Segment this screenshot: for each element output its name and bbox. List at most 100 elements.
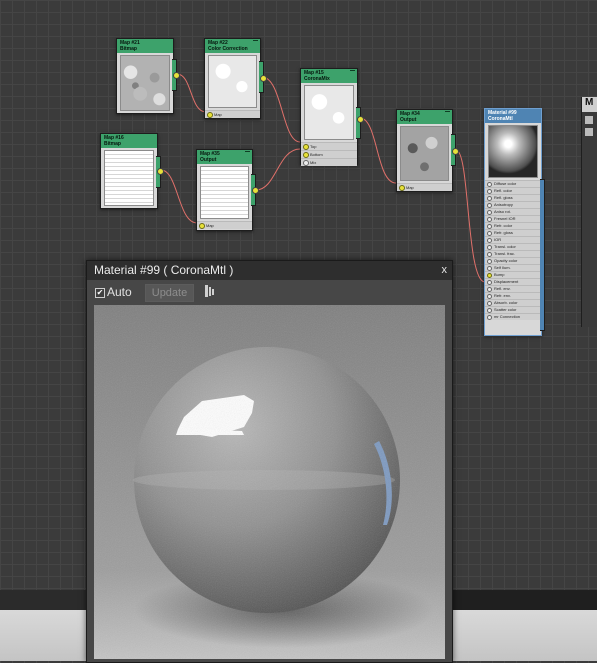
input-socket[interactable] xyxy=(303,160,309,166)
material-slot[interactable]: Transl. color xyxy=(485,243,541,250)
map-preview xyxy=(208,55,257,108)
auto-checkbox[interactable]: ✔ xyxy=(95,288,105,298)
node-header: Map #34 Output xyxy=(397,110,452,124)
node-menu-icon[interactable] xyxy=(245,151,250,152)
material-slot[interactable]: Refl. color xyxy=(485,187,541,194)
input-socket[interactable] xyxy=(487,315,492,320)
material-slot-label: Self Ilum. xyxy=(494,265,511,270)
update-button[interactable]: Update xyxy=(145,284,194,302)
input-slot-top[interactable]: Top xyxy=(301,142,357,150)
material-slot[interactable]: Self Ilum. xyxy=(485,264,541,271)
map-preview xyxy=(200,166,249,219)
preview-title: Material #99 ( CoronaMtl ) xyxy=(94,263,234,277)
node-header: Map #15 CoronaMix xyxy=(301,69,357,83)
material-slot-label: Fresnel IOR xyxy=(494,216,516,221)
node-menu-icon[interactable] xyxy=(253,40,258,41)
material-slot[interactable]: Refr. env. xyxy=(485,292,541,299)
material-slot-label: IOR xyxy=(494,237,502,242)
output-socket[interactable] xyxy=(173,72,180,79)
input-slot-bottom[interactable]: Bottom xyxy=(301,150,357,158)
pin-icon[interactable] xyxy=(204,285,214,298)
node-header: Material #99 CoronaMtl xyxy=(485,109,541,123)
node-type: Bitmap xyxy=(120,46,137,52)
node-type: CoronaMix xyxy=(304,76,330,82)
node-map16-bitmap[interactable]: Map #16 Bitmap xyxy=(100,133,164,209)
material-slot-label: Scatter color xyxy=(494,307,517,312)
output-socket[interactable] xyxy=(157,168,164,175)
bitmap-preview xyxy=(120,55,170,111)
material-slot-label: Aniso rot. xyxy=(494,209,511,214)
material-slot-label: Transl. frac. xyxy=(494,251,515,256)
material-slot[interactable]: Absorb. color xyxy=(485,299,541,306)
render-preview[interactable] xyxy=(94,305,445,659)
node-map35-output[interactable]: Map #35 Output Map xyxy=(196,149,259,231)
output-socket[interactable] xyxy=(260,75,267,82)
material-slot[interactable]: Transl. frac. xyxy=(485,250,541,257)
material-slot[interactable]: Refr. color xyxy=(485,222,541,229)
preview-toolbar: ✔ Auto Update xyxy=(87,280,452,304)
bitmap-preview xyxy=(104,150,154,206)
output-tab[interactable] xyxy=(540,179,545,331)
material-slot-label: Refl. color xyxy=(494,188,513,193)
material-slot[interactable]: IOR xyxy=(485,236,541,243)
output-tab[interactable] xyxy=(356,107,361,139)
material-slot[interactable]: Refl. env. xyxy=(485,285,541,292)
input-socket[interactable] xyxy=(199,223,205,229)
panel-button[interactable] xyxy=(585,116,593,124)
node-type: Color Correction xyxy=(208,46,248,52)
material-slot[interactable]: Fresnel IOR xyxy=(485,215,541,222)
material-slot[interactable]: Aniso rot. xyxy=(485,208,541,215)
output-socket[interactable] xyxy=(252,187,259,194)
material-slot-label: Diffuse color xyxy=(494,181,517,186)
material-slot[interactable]: Diffuse color xyxy=(485,180,541,187)
material-slot-label: Anisotropy xyxy=(494,202,513,207)
input-socket[interactable] xyxy=(399,185,405,191)
node-map15-coronamix[interactable]: Map #15 CoronaMix Top Bottom Mix xyxy=(300,68,364,166)
material-slot-label: Refr. gloss xyxy=(494,230,513,235)
node-type: Bitmap xyxy=(104,141,121,147)
input-slot[interactable]: Map xyxy=(205,110,260,118)
node-menu-icon[interactable] xyxy=(445,111,450,112)
node-menu-icon[interactable] xyxy=(350,70,355,71)
material-slot-label: Refl. gloss xyxy=(494,195,513,200)
node-header: Map #16 Bitmap xyxy=(101,134,157,148)
auto-label: Auto xyxy=(107,285,132,299)
material-slot-label: mr Connection xyxy=(494,314,521,319)
material-slot[interactable]: mr Connection xyxy=(485,313,541,320)
node-map22-color-correction[interactable]: Map #22 Color Correction Map xyxy=(204,38,267,119)
material-slot-label: Opacity color xyxy=(494,258,518,263)
output-socket[interactable] xyxy=(452,148,459,155)
material-preview-window[interactable]: Material #99 ( CoronaMtl ) x ✔ Auto Upda… xyxy=(86,260,453,663)
material-slot[interactable]: Bump xyxy=(485,271,541,278)
material-slot-label: Transl. color xyxy=(494,244,516,249)
output-socket[interactable] xyxy=(357,116,364,123)
material-slot-label: Refl. env. xyxy=(494,286,511,291)
close-icon[interactable]: x xyxy=(442,261,448,280)
preview-titlebar[interactable]: Material #99 ( CoronaMtl ) x xyxy=(87,261,452,280)
input-slot[interactable]: Map xyxy=(397,183,452,191)
input-slot[interactable]: Map xyxy=(197,221,252,229)
node-map34-output[interactable]: Map #34 Output Map xyxy=(396,109,459,192)
node-header: Map #22 Color Correction xyxy=(205,39,260,53)
node-type: Output xyxy=(400,117,417,123)
material-slot-label: Refr. color xyxy=(494,223,513,228)
node-header: Map #21 Bitmap xyxy=(117,39,173,53)
node-type: CoronaMtl xyxy=(488,116,513,122)
material-slot[interactable]: Refl. gloss xyxy=(485,194,541,201)
rendered-sphere xyxy=(94,305,445,659)
input-socket[interactable] xyxy=(207,112,213,118)
side-panel-header: M xyxy=(582,97,597,112)
material-slot[interactable]: Anisotropy xyxy=(485,201,541,208)
input-slot-mix[interactable]: Mix xyxy=(301,158,357,166)
material-slot-label: Displacement xyxy=(494,279,519,284)
node-map21-bitmap[interactable]: Map #21 Bitmap xyxy=(116,38,180,114)
panel-button[interactable] xyxy=(585,128,593,136)
node-type: Output xyxy=(200,157,217,163)
material-slot-label: Bump xyxy=(494,272,505,277)
material-slot[interactable]: Scatter color xyxy=(485,306,541,313)
node-material99-coronamtl[interactable]: Material #99 CoronaMtl Diffuse color Refl… xyxy=(484,108,545,336)
material-slot-label: Refr. env. xyxy=(494,293,511,298)
material-slot[interactable]: Displacement xyxy=(485,278,541,285)
material-slot[interactable]: Refr. gloss xyxy=(485,229,541,236)
material-slot[interactable]: Opacity color xyxy=(485,257,541,264)
